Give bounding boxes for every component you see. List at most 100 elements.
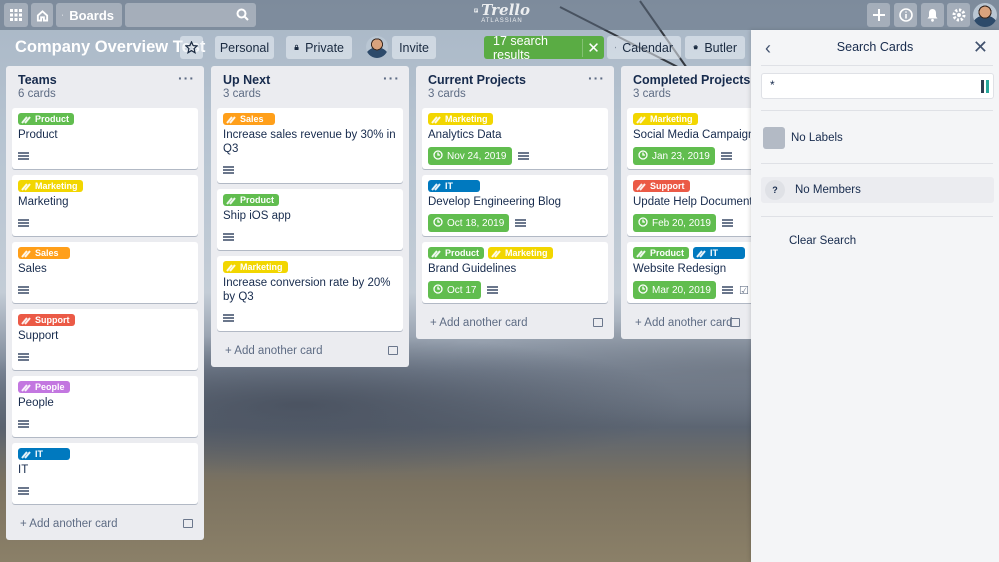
card[interactable]: Sales Sales bbox=[12, 242, 198, 303]
privacy-button[interactable]: Private bbox=[286, 36, 352, 59]
gear-icon bbox=[952, 8, 965, 22]
info-button[interactable] bbox=[894, 3, 917, 27]
card[interactable]: Product IT Website Redesign Mar 20, 2019 ☑ bbox=[627, 242, 751, 303]
due-date-badge[interactable]: Oct 17 bbox=[428, 281, 482, 299]
card[interactable]: Marketing Social Media Campaign Jan 23, 20… bbox=[627, 108, 751, 169]
add-card-button[interactable]: + Add another card bbox=[621, 309, 751, 339]
card[interactable]: IT IT bbox=[12, 443, 198, 504]
panel-title: Search Cards bbox=[836, 40, 914, 54]
clock-icon bbox=[433, 283, 443, 297]
member-avatar[interactable] bbox=[366, 36, 388, 58]
header-search-input[interactable] bbox=[125, 3, 256, 27]
filter-no-labels[interactable]: No Labels bbox=[761, 125, 994, 151]
card[interactable]: Marketing Increase conversion rate by 20%… bbox=[217, 256, 403, 331]
add-card-button[interactable]: + Add another card bbox=[416, 309, 614, 339]
card-badges: Mar 20, 2019 ☑ bbox=[633, 281, 751, 299]
create-button[interactable] bbox=[867, 3, 890, 27]
list-card-count: 3 cards bbox=[223, 88, 261, 100]
clear-results-icon[interactable]: ✕ bbox=[582, 38, 604, 57]
list-menu-icon[interactable]: ··· bbox=[383, 70, 400, 86]
list-up-next: Up Next 3 cards ··· Sales Increase sales rev… bbox=[211, 66, 409, 367]
description-icon bbox=[18, 219, 29, 227]
card-label-text: Product bbox=[240, 195, 275, 205]
list-header[interactable]: Teams 6 cards ··· bbox=[6, 66, 204, 108]
label-pattern-icon bbox=[431, 249, 442, 258]
due-date-badge[interactable]: Oct 18, 2019 bbox=[428, 214, 510, 232]
search-results-badge[interactable]: 17 search results ✕ bbox=[484, 34, 604, 62]
card[interactable]: Product Ship iOS app bbox=[217, 189, 403, 250]
filter-no-members[interactable]: ? No Members bbox=[761, 177, 994, 203]
add-card-button[interactable]: + Add another card bbox=[6, 510, 204, 540]
invite-button[interactable]: Invite bbox=[392, 36, 436, 59]
card-template-icon[interactable] bbox=[183, 519, 193, 528]
trello-logo[interactable]: Trello ATLASSIAN bbox=[474, 3, 530, 27]
card[interactable]: People People bbox=[12, 376, 198, 437]
card-badges bbox=[18, 483, 192, 499]
card-label: IT bbox=[428, 180, 480, 192]
card[interactable]: Support Support bbox=[12, 309, 198, 370]
calendar-button[interactable]: Calendar bbox=[607, 36, 681, 59]
settings-button[interactable] bbox=[947, 3, 970, 27]
home-button[interactable] bbox=[31, 3, 53, 27]
card[interactable]: IT Develop Engineering Blog Oct 18, 2019 bbox=[422, 175, 608, 236]
list-header[interactable]: Up Next 3 cards ··· bbox=[211, 66, 409, 108]
label-pattern-icon bbox=[636, 249, 647, 258]
due-date-badge[interactable]: Mar 20, 2019 bbox=[633, 281, 716, 299]
list-header[interactable]: Completed Projects3 cards··· bbox=[621, 66, 751, 108]
card[interactable]: Product Product bbox=[12, 108, 198, 169]
card-title: Increase sales revenue by 30% in Q3 bbox=[223, 129, 396, 155]
card[interactable]: Marketing Analytics Data Nov 24, 2019 bbox=[422, 108, 608, 169]
card-labels: Marketing bbox=[428, 113, 602, 125]
card[interactable]: Marketing Marketing bbox=[12, 175, 198, 236]
card[interactable]: Support Update Help Documentation Feb 20, … bbox=[627, 175, 751, 236]
card-label: Product bbox=[223, 194, 280, 206]
bell-icon bbox=[927, 9, 938, 22]
extension-icon bbox=[981, 80, 989, 93]
list-title[interactable]: Completed Projects bbox=[633, 73, 750, 87]
no-labels-swatch bbox=[763, 127, 785, 149]
label-pattern-icon bbox=[21, 316, 32, 325]
boards-button[interactable]: Boards bbox=[56, 3, 122, 27]
card-labels: IT bbox=[18, 448, 192, 460]
card-title: People bbox=[18, 397, 54, 409]
add-card-button[interactable]: + Add another card bbox=[211, 337, 409, 367]
list-menu-icon[interactable]: ··· bbox=[588, 70, 605, 86]
card[interactable]: Product Marketing Brand Guidelines Oct 17 bbox=[422, 242, 608, 303]
card-label-text: Marketing bbox=[240, 262, 283, 272]
card-title: Social Media Campaign bbox=[633, 129, 751, 141]
lock-icon bbox=[294, 44, 299, 51]
due-date-badge[interactable]: Nov 24, 2019 bbox=[428, 147, 512, 165]
list-menu-icon[interactable]: ··· bbox=[178, 70, 195, 86]
apps-button[interactable] bbox=[4, 3, 28, 27]
list-title[interactable]: Current Projects bbox=[428, 73, 526, 87]
due-date-text: Jan 23, 2019 bbox=[652, 150, 710, 162]
card-label-text: Support bbox=[650, 181, 685, 191]
card-template-icon[interactable] bbox=[388, 346, 398, 355]
user-avatar[interactable] bbox=[973, 3, 997, 27]
list-title[interactable]: Up Next bbox=[223, 73, 270, 87]
card-template-icon[interactable] bbox=[730, 318, 740, 327]
clear-search-link[interactable]: Clear Search bbox=[789, 235, 856, 247]
due-date-badge[interactable]: Jan 23, 2019 bbox=[633, 147, 715, 165]
invite-label: Invite bbox=[399, 40, 429, 55]
butler-button[interactable]: Butler bbox=[685, 36, 745, 59]
close-icon[interactable]: ✕ bbox=[973, 37, 988, 58]
list-header[interactable]: Current Projects 3 cards ··· bbox=[416, 66, 614, 108]
panel-divider bbox=[761, 216, 993, 217]
card-template-icon[interactable] bbox=[593, 318, 603, 327]
card-badges: Oct 17 bbox=[428, 281, 602, 299]
description-icon bbox=[721, 219, 733, 227]
team-visibility-button[interactable]: Personal bbox=[215, 36, 274, 59]
search-cards-input[interactable]: * bbox=[761, 73, 994, 99]
card[interactable]: Sales Increase sales revenue by 30% in Q3 bbox=[217, 108, 403, 183]
card-badges bbox=[18, 148, 192, 164]
notifications-button[interactable] bbox=[921, 3, 944, 27]
list-title[interactable]: Teams bbox=[18, 73, 57, 87]
star-button[interactable] bbox=[180, 36, 203, 59]
board-title[interactable]: Company Overview Test bbox=[15, 38, 205, 57]
list-teams: Teams 6 cards ··· Product Product Marketing Ma… bbox=[6, 66, 204, 540]
card-label: People bbox=[18, 381, 70, 393]
label-pattern-icon bbox=[21, 383, 32, 392]
due-date-badge[interactable]: Feb 20, 2019 bbox=[633, 214, 716, 232]
due-date-text: Nov 24, 2019 bbox=[447, 150, 507, 162]
